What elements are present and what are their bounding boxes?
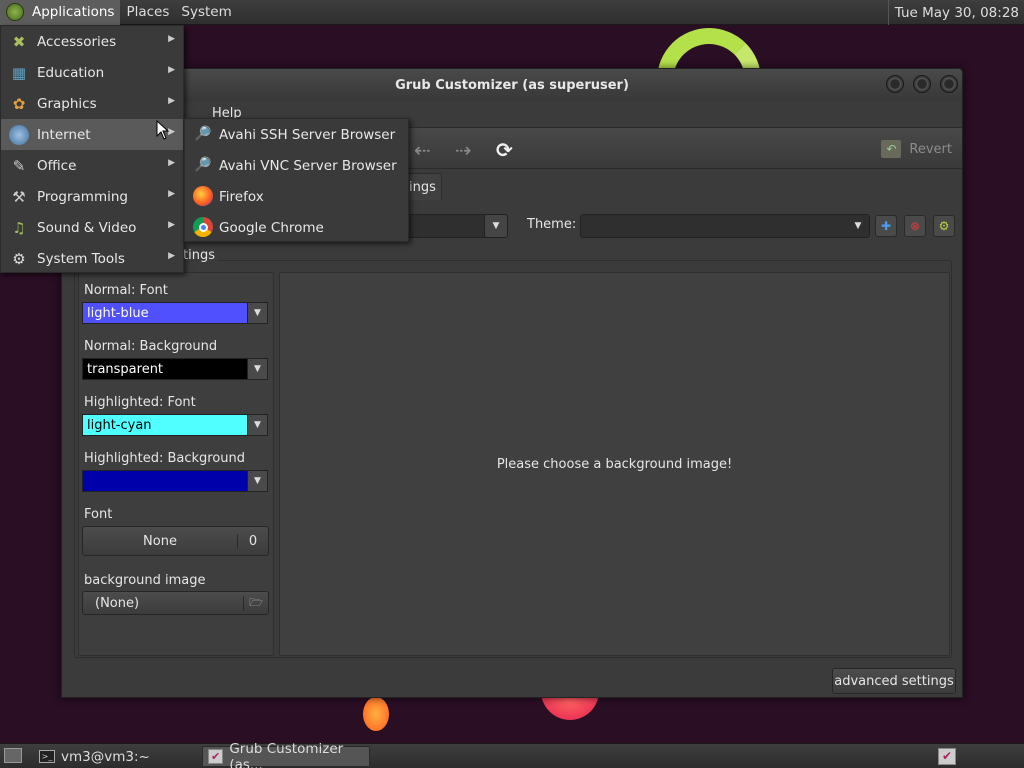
programming-icon: ⚒ <box>12 188 26 206</box>
clock[interactable]: Tue May 30, 08:28 <box>887 0 1024 25</box>
preview-area: Please choose a background image! <box>279 272 950 656</box>
top-panel: Applications Places System Tue May 30, 0… <box>0 0 1024 25</box>
places-menu[interactable]: Places <box>120 0 175 25</box>
bottom-panel: >_ vm3@vm3:~ ✔ Grub Customizer (as... ✔ <box>0 741 1024 768</box>
task-terminal[interactable]: >_ vm3@vm3:~ <box>34 746 155 767</box>
chevron-right-icon: ▶ <box>168 158 175 168</box>
chevron-down-icon: ▼ <box>247 471 267 491</box>
font-label: Font <box>84 507 113 522</box>
reload-icon[interactable]: ⟳ <box>496 138 513 162</box>
avahi-icon: 🔎 <box>194 157 212 173</box>
chevron-down-icon: ▼ <box>247 359 267 379</box>
theme-label: Theme: <box>527 217 577 232</box>
system-menu[interactable]: System <box>175 0 237 25</box>
highlighted-background-label: Highlighted: Background <box>84 451 246 466</box>
close-button[interactable] <box>940 75 958 93</box>
chevron-right-icon: ▶ <box>168 96 175 106</box>
revert-label: Revert <box>909 141 952 157</box>
highlighted-font-value: light-cyan <box>87 418 152 433</box>
chevron-down-icon: ▼ <box>492 221 500 231</box>
remove-theme-button[interactable]: ⊗ <box>904 215 926 237</box>
normal-font-value: light-blue <box>87 306 149 321</box>
chevron-down-icon: ▼ <box>247 303 267 323</box>
highlighted-font-label: Highlighted: Font <box>84 395 196 410</box>
menu-item-programming[interactable]: ⚒ Programming ▶ <box>1 181 183 212</box>
internet-icon <box>9 125 29 145</box>
folder-icon: 🗁 <box>249 595 263 609</box>
theme-combo[interactable]: ▼ <box>580 214 870 238</box>
settings-legend: tings <box>180 248 218 263</box>
chrome-icon <box>193 217 213 237</box>
firefox-icon <box>193 186 213 206</box>
submenu-item-firefox[interactable]: Firefox <box>185 181 408 212</box>
submenu-item-google-chrome[interactable]: Google Chrome <box>185 212 408 243</box>
chevron-right-icon: ▶ <box>168 251 175 261</box>
graphics-icon: ✿ <box>12 95 26 113</box>
show-desktop-icon[interactable] <box>4 748 22 763</box>
avahi-icon: 🔎 <box>194 126 212 142</box>
minimize-button[interactable] <box>886 75 904 93</box>
revert-icon: ↶ <box>881 140 902 158</box>
move-left-icon[interactable]: ⇠ <box>414 138 431 162</box>
menu-item-accessories[interactable]: ✖ Accessories ▶ <box>1 26 183 57</box>
move-right-icon[interactable]: ⇢ <box>455 138 472 162</box>
font-chooser-button[interactable]: None 0 <box>82 526 269 556</box>
background-image-label: background image <box>84 573 206 588</box>
wallpaper-blob-orange <box>363 697 389 731</box>
menu-item-office[interactable]: ✎ Office ▶ <box>1 150 183 181</box>
chevron-down-icon: ▼ <box>247 415 267 435</box>
font-size: 0 <box>248 533 258 549</box>
grub-customizer-icon: ✔ <box>208 749 224 764</box>
normal-background-combo[interactable]: transparent ▼ <box>82 358 268 380</box>
highlighted-font-combo[interactable]: light-cyan ▼ <box>82 414 268 436</box>
sound-video-icon: ♫ <box>12 219 26 237</box>
menu-item-system-tools[interactable]: ⚙ System Tools ▶ <box>1 243 183 274</box>
system-tools-icon: ⚙ <box>12 250 26 268</box>
terminal-icon: >_ <box>39 750 55 763</box>
theme-settings-button[interactable]: ⚙ <box>933 215 955 237</box>
resolution-dropdown[interactable]: ▼ <box>484 214 508 238</box>
chevron-right-icon: ▶ <box>168 189 175 199</box>
chevron-right-icon: ▶ <box>168 220 175 230</box>
menu-item-graphics[interactable]: ✿ Graphics ▶ <box>1 88 183 119</box>
tray-grub-icon[interactable]: ✔ <box>938 748 956 765</box>
color-settings-panel: Normal: Font light-blue ▼ Normal: Backgr… <box>78 272 274 656</box>
font-name: None <box>83 533 238 549</box>
normal-font-combo[interactable]: light-blue ▼ <box>82 302 268 324</box>
accessories-icon: ✖ <box>12 33 26 51</box>
submenu-item-avahi-vnc[interactable]: 🔎 Avahi VNC Server Browser <box>185 150 408 181</box>
normal-font-label: Normal: Font <box>84 283 168 298</box>
menu-item-sound-video[interactable]: ♫ Sound & Video ▶ <box>1 212 183 243</box>
background-image-value: (None) <box>83 595 245 611</box>
applications-logo-icon <box>6 3 24 21</box>
mouse-cursor-icon <box>156 120 170 140</box>
menu-item-education[interactable]: ▦ Education ▶ <box>1 57 183 88</box>
highlighted-background-value: blue <box>87 474 116 489</box>
background-image-chooser[interactable]: (None) 🗁 <box>82 591 269 615</box>
maximize-button[interactable] <box>913 75 931 93</box>
internet-submenu: 🔎 Avahi SSH Server Browser 🔎 Avahi VNC S… <box>184 118 409 242</box>
window-titlebar[interactable]: Grub Customizer (as superuser) <box>62 69 962 101</box>
applications-menu[interactable]: Applications <box>0 0 121 25</box>
revert-button[interactable]: ↶ Revert <box>881 134 952 164</box>
add-theme-button[interactable]: ✚ <box>875 215 897 237</box>
office-icon: ✎ <box>12 157 26 175</box>
advanced-settings-button[interactable]: advanced settings <box>832 668 956 694</box>
task-grub-customizer[interactable]: ✔ Grub Customizer (as... <box>202 741 370 768</box>
chevron-right-icon: ▶ <box>168 65 175 75</box>
window-title: Grub Customizer (as superuser) <box>395 77 629 93</box>
chevron-down-icon: ▼ <box>854 221 862 231</box>
applications-dropdown: ✖ Accessories ▶ ▦ Education ▶ ✿ Graphics… <box>0 25 184 273</box>
education-icon: ▦ <box>11 64 27 82</box>
highlighted-background-combo[interactable]: blue ▼ <box>82 470 268 492</box>
normal-background-label: Normal: Background <box>84 339 218 354</box>
submenu-item-avahi-ssh[interactable]: 🔎 Avahi SSH Server Browser <box>185 119 408 150</box>
chevron-right-icon: ▶ <box>168 34 175 44</box>
normal-background-value: transparent <box>87 362 164 377</box>
preview-message: Please choose a background image! <box>496 456 733 472</box>
